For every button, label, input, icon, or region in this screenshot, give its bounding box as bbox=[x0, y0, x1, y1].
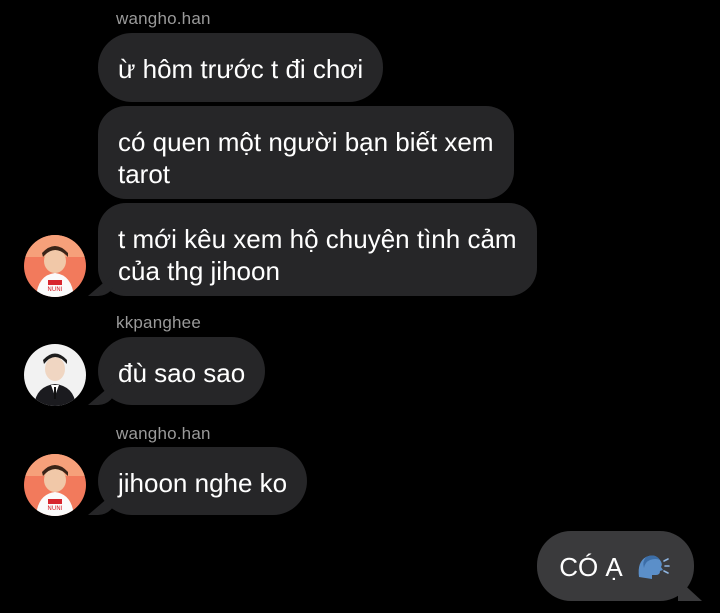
avatar-icon[interactable]: NUNI bbox=[24, 454, 86, 516]
sender-name-wangho: wangho.han bbox=[116, 9, 211, 28]
sender-name-wangho: wangho.han bbox=[116, 424, 211, 443]
message-bubble[interactable]: t mới kêu xem hộ chuyện tình cảm của thg… bbox=[98, 203, 537, 296]
message-bubble[interactable]: đù sao sao bbox=[98, 337, 266, 405]
message-text: ừ hôm trước t đi chơi bbox=[118, 54, 364, 84]
svg-text:NUNI: NUNI bbox=[47, 505, 62, 512]
message-bubble[interactable]: jihoon nghe ko bbox=[98, 447, 308, 515]
message-text: đù sao sao bbox=[118, 358, 246, 388]
message-text: jihoon nghe ko bbox=[118, 468, 288, 498]
speaking-head-emoji-icon bbox=[636, 552, 670, 587]
message-bubble-outgoing[interactable]: CÓ Ạ bbox=[537, 531, 694, 601]
message-text-line: của thg jihoon bbox=[118, 256, 280, 286]
message-text-line: t mới kêu xem hộ chuyện tình cảm bbox=[118, 224, 517, 254]
avatar-icon[interactable]: NUNI bbox=[24, 235, 86, 297]
message-bubble[interactable]: ừ hôm trước t đi chơi bbox=[98, 33, 384, 102]
sender-name-kkpanghee: kkpanghee bbox=[116, 313, 201, 332]
svg-text:NUNI: NUNI bbox=[47, 286, 62, 293]
message-text-line: tarot bbox=[118, 159, 171, 189]
avatar-icon[interactable] bbox=[24, 344, 86, 406]
message-bubble[interactable]: có quen một người bạn biết xem tarot bbox=[98, 106, 514, 199]
message-text-line: có quen một người bạn biết xem bbox=[118, 127, 494, 157]
message-text: CÓ Ạ bbox=[559, 552, 623, 582]
